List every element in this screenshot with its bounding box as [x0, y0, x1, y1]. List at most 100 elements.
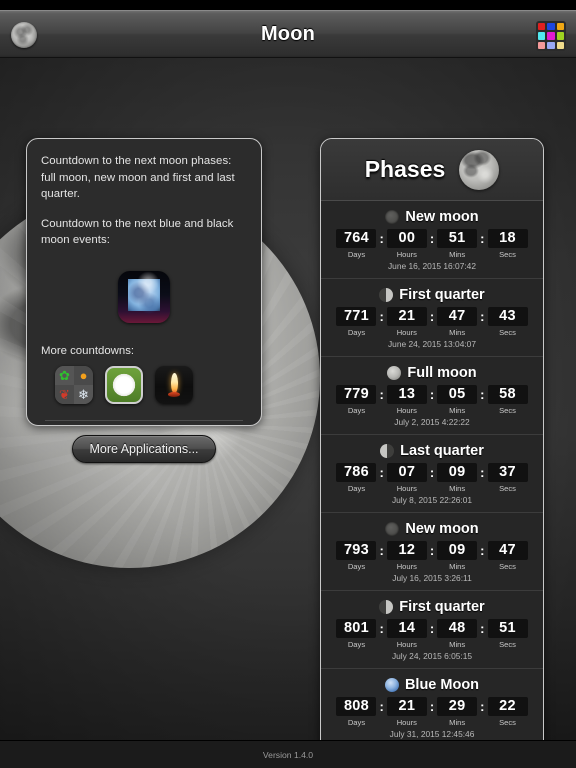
- timer-separator: :: [429, 231, 435, 246]
- timer-segment-secs: 51 Secs: [487, 619, 528, 649]
- phase-name-wrap: New moon: [321, 521, 543, 537]
- more-applications-button[interactable]: More Applications...: [72, 434, 216, 463]
- timer-separator: :: [379, 465, 384, 480]
- timer-segment-mins: 51 Mins: [437, 229, 478, 259]
- apps-grid-icon[interactable]: [536, 21, 566, 51]
- timer-value-days: 793: [336, 541, 377, 560]
- app-window: Moon Countdown to the next moon phases: …: [0, 0, 576, 768]
- phase-date: July 16, 2015 3:26:11: [392, 573, 472, 583]
- timer-unit-hours: Hours: [396, 406, 417, 415]
- new-moon-icon: [385, 210, 400, 224]
- timer-separator: :: [379, 621, 384, 636]
- blue-moon-app-icon[interactable]: [118, 270, 170, 323]
- phase-row[interactable]: First quarter 801 Days:14 Hours:48 Mins:51 Se…: [321, 591, 543, 669]
- timer-segment-days: 779 Days: [336, 385, 377, 415]
- timer-unit-secs: Secs: [499, 718, 516, 727]
- timer-segment-hours: 21 Hours: [386, 697, 427, 727]
- timer-unit-hours: Hours: [396, 640, 417, 649]
- timer-separator: :: [480, 231, 485, 246]
- timer-segment-secs: 37 Secs: [487, 463, 528, 493]
- phase-row[interactable]: New moon 764 Days:00 Hours:51 Mins:18 Secs Jun…: [321, 201, 543, 279]
- countdown-timer: 808 Days:21 Hours:29 Mins:22 Secs: [321, 697, 543, 727]
- phases-panel: Phases New moon 764 Days:00 Hours:51 Mins:18…: [320, 138, 544, 740]
- grid-swatch-3: [556, 23, 564, 31]
- timer-unit-mins: Mins: [449, 406, 466, 415]
- timer-segment-hours: 07 Hours: [386, 463, 427, 493]
- info-paragraph-2: Countdown to the next blue and black moo…: [41, 217, 234, 247]
- phases-title: Phases: [364, 156, 446, 182]
- timer-separator: :: [379, 387, 384, 402]
- timer-segment-secs: 22 Secs: [487, 697, 528, 727]
- first-moon-icon: [379, 600, 394, 614]
- timer-segment-days: 764 Days: [336, 229, 377, 259]
- phase-date: July 2, 2015 4:22:22: [394, 417, 470, 427]
- timer-unit-hours: Hours: [396, 484, 417, 493]
- timer-unit-mins: Mins: [449, 640, 466, 649]
- timer-segment-mins: 29 Mins: [437, 697, 478, 727]
- timer-unit-secs: Secs: [499, 328, 516, 337]
- blue-moon-icon: [384, 678, 399, 692]
- flame-icon: [170, 373, 178, 393]
- main-content-area: Countdown to the next moon phases: full …: [0, 58, 576, 740]
- timer-unit-mins: Mins: [449, 718, 466, 727]
- timer-segment-hours: 00 Hours: [386, 229, 427, 259]
- timer-unit-hours: Hours: [396, 718, 417, 727]
- info-panel-divider: [45, 419, 243, 421]
- version-label: Version 1.4.0: [262, 749, 314, 760]
- timer-value-days: 808: [336, 697, 377, 716]
- timer-unit-secs: Secs: [499, 250, 516, 259]
- timer-value-secs: 51: [487, 619, 528, 638]
- grid-swatch-2: [547, 23, 555, 31]
- golf-app-icon[interactable]: [105, 365, 143, 404]
- first-moon-icon: [379, 288, 394, 302]
- grid-swatch-7: [538, 41, 546, 49]
- timer-separator: :: [379, 543, 384, 558]
- last-moon-icon: [380, 444, 395, 458]
- timer-unit-hours: Hours: [396, 562, 417, 571]
- phase-row[interactable]: Blue Moon 808 Days:21 Hours:29 Mins:22 Secs Ju…: [321, 669, 543, 740]
- timer-separator: :: [429, 387, 435, 402]
- phase-row[interactable]: Full moon 779 Days:13 Hours:05 Mins:58 Secs Ju…: [321, 357, 543, 435]
- timer-value-mins: 09: [437, 541, 478, 560]
- phase-row[interactable]: First quarter 771 Days:21 Hours:47 Mins:43 Se…: [321, 279, 543, 357]
- timer-value-hours: 00: [386, 229, 427, 248]
- timer-separator: :: [429, 699, 435, 714]
- timer-segment-hours: 13 Hours: [386, 385, 427, 415]
- timer-segment-days: 771 Days: [336, 307, 377, 337]
- phase-name-wrap: Last quarter: [321, 443, 543, 459]
- grid-swatch-4: [538, 32, 546, 40]
- phase-date: July 31, 2015 12:45:46: [389, 729, 475, 739]
- timer-unit-secs: Secs: [499, 484, 516, 493]
- timer-separator: :: [480, 699, 485, 714]
- top-navigation-bar: Moon: [0, 10, 576, 58]
- timer-value-mins: 09: [437, 463, 478, 482]
- candle-app-icon[interactable]: [155, 365, 193, 404]
- timer-unit-days: Days: [347, 250, 366, 259]
- phase-name-wrap: First quarter: [321, 287, 543, 303]
- timer-value-hours: 14: [386, 619, 427, 638]
- timer-segment-mins: 47 Mins: [437, 307, 478, 337]
- timer-segment-hours: 21 Hours: [386, 307, 427, 337]
- countdown-timer: 793 Days:12 Hours:09 Mins:47 Secs: [321, 541, 543, 571]
- timer-segment-secs: 58 Secs: [487, 385, 528, 415]
- grid-swatch-1: [538, 23, 546, 31]
- timer-value-days: 764: [336, 229, 377, 248]
- phase-date: June 24, 2015 13:04:07: [387, 339, 476, 349]
- phase-name: New moon: [405, 521, 479, 537]
- timer-segment-hours: 12 Hours: [386, 541, 427, 571]
- timer-value-days: 779: [336, 385, 377, 404]
- timer-value-mins: 05: [437, 385, 478, 404]
- phase-name: Full moon: [407, 365, 477, 381]
- seasons-app-icon[interactable]: ✿ ● ❦ ❄: [55, 365, 93, 404]
- phase-row[interactable]: Last quarter 786 Days:07 Hours:09 Mins:37 Sec…: [321, 435, 543, 513]
- timer-separator: :: [480, 309, 485, 324]
- timer-unit-hours: Hours: [396, 328, 417, 337]
- timer-separator: :: [480, 621, 485, 636]
- seasons-winter-glyph: ❄: [74, 384, 93, 404]
- timer-value-hours: 21: [386, 307, 427, 326]
- timer-separator: :: [429, 465, 435, 480]
- seasons-summer-glyph: ●: [74, 365, 93, 385]
- timer-separator: :: [379, 231, 384, 246]
- phase-row[interactable]: New moon 793 Days:12 Hours:09 Mins:47 Secs Jul…: [321, 513, 543, 591]
- timer-separator: :: [480, 543, 485, 558]
